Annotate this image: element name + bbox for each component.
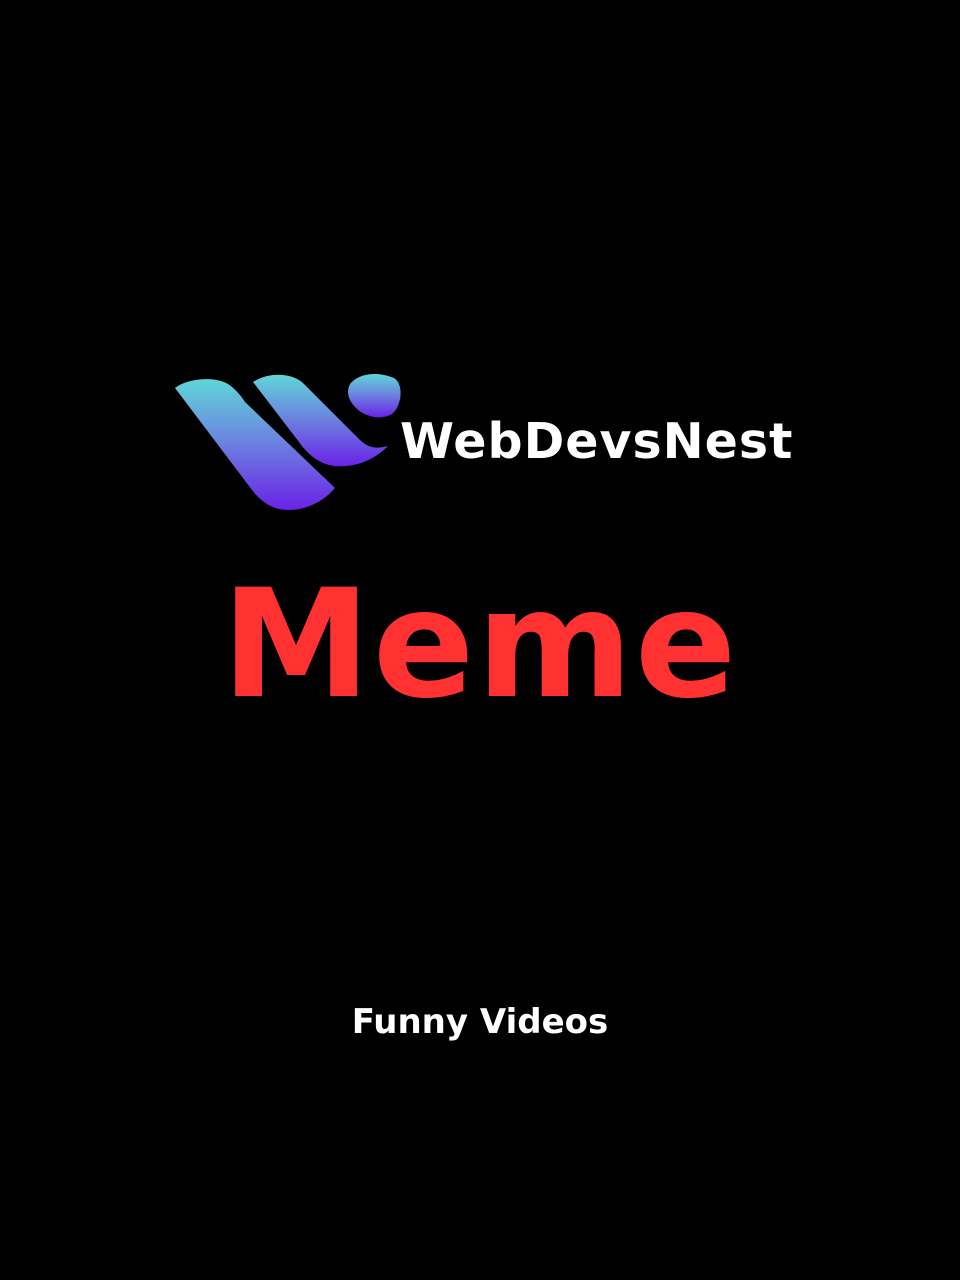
headline: Meme <box>221 558 739 732</box>
brand-name: WebDevsNest <box>400 413 794 470</box>
subtitle: Funny Videos <box>351 1002 609 1042</box>
webdevsnest-logo-icon <box>175 374 401 510</box>
